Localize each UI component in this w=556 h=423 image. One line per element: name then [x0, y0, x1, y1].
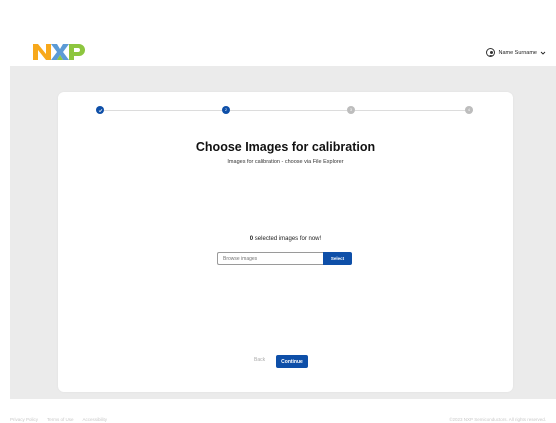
back-button[interactable]: Back	[254, 357, 265, 363]
continue-button[interactable]: Continue	[276, 355, 308, 368]
wizard-card: 2 3 4 Choose Images for calibration Imag…	[58, 92, 513, 392]
step-connector	[104, 109, 222, 111]
footer-link-privacy[interactable]: Privacy Policy	[10, 417, 38, 422]
step-1-complete	[96, 106, 104, 114]
step-connector	[230, 109, 347, 111]
selected-count-text: 0 selected images for now!	[58, 236, 513, 242]
step-3: 3	[347, 106, 355, 114]
user-menu[interactable]: Name Surname	[486, 48, 546, 57]
select-button[interactable]: Select	[323, 252, 352, 265]
header: Name Surname	[0, 0, 556, 66]
user-name: Name Surname	[498, 49, 537, 56]
footer-copyright: ©2023 NXP Semiconductors. All rights res…	[449, 417, 546, 422]
user-avatar-icon	[486, 48, 496, 57]
stepper: 2 3 4	[96, 106, 473, 114]
browse-images-input[interactable]	[217, 252, 323, 265]
step-connector	[355, 109, 473, 111]
page-subtitle: Images for calibration - choose via File…	[227, 159, 344, 165]
footer-link-terms[interactable]: Terms of Use	[47, 417, 74, 422]
selected-text: selected images for now!	[253, 236, 322, 242]
nxp-logo[interactable]	[33, 44, 87, 60]
chevron-down-icon	[540, 51, 546, 55]
step-2-active: 2	[222, 106, 230, 114]
footer-links: Privacy Policy Terms of Use Accessibilit…	[10, 417, 107, 422]
page-title: Choose Images for calibration	[195, 140, 376, 154]
step-4: 4	[465, 106, 473, 114]
footer-link-accessibility[interactable]: Accessibility	[83, 417, 108, 422]
checkmark-icon	[98, 108, 102, 112]
